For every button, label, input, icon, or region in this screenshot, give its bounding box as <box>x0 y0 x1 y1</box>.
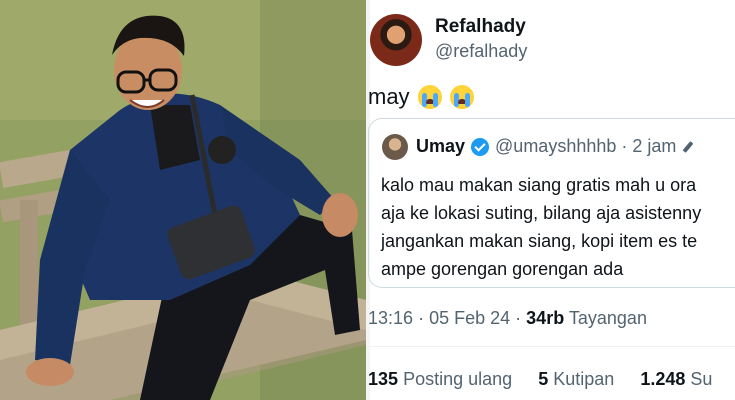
quoted-text: kalo mau makan siang gratis mah u ora aj… <box>381 171 701 283</box>
separator-dot: · <box>515 308 522 328</box>
author-handle[interactable]: @refalhady <box>435 41 527 62</box>
tweet-stats: 135 Posting ulang 5 Kutipan 1.248 Su <box>368 369 712 390</box>
divider <box>368 346 735 347</box>
likes-label: Su <box>690 369 713 389</box>
separator-dot: · <box>621 136 628 156</box>
quoted-author-avatar <box>382 134 408 160</box>
quoted-author-name: Umay <box>416 136 466 156</box>
author-avatar[interactable] <box>370 14 422 66</box>
views-label: Tayangan <box>568 308 647 328</box>
tweet-meta: 13:16 · 05 Feb 24 · 34rb Tayangan <box>368 308 647 329</box>
photo-illustration <box>0 0 366 400</box>
quoted-text-line: kalo mau makan siang gratis mah u ora <box>381 175 697 195</box>
tweet-card[interactable]: Refalhady @refalhady may Umay @umayshhhh… <box>368 0 735 400</box>
quotes-count: 5 <box>538 369 549 389</box>
tweet-text: may <box>368 84 474 110</box>
reposts-stat[interactable]: 135 Posting ulang <box>368 369 517 389</box>
quoted-author-handle: @umayshhhhb <box>495 136 617 156</box>
quoted-tweet[interactable]: Umay @umayshhhhb · 2 jam kalo mau makan … <box>368 118 735 288</box>
tweet-date[interactable]: 05 Feb 24 <box>429 308 510 328</box>
likes-stat[interactable]: 1.248 Su <box>640 369 712 389</box>
tweet-time[interactable]: 13:16 <box>368 308 413 328</box>
quoted-time: 2 jam <box>632 136 677 156</box>
quotes-stat[interactable]: 5 Kutipan <box>538 369 619 389</box>
quoted-text-line: jangankan makan siang, kopi item es te <box>381 231 698 251</box>
quoted-text-line: ampe gorengan gorengan ada <box>381 259 624 279</box>
separator-dot: · <box>418 308 425 328</box>
quotes-label: Kutipan <box>553 369 615 389</box>
loudly-crying-face-icon <box>417 85 442 109</box>
quoted-text-line: aja ke lokasi suting, bilang aja asisten… <box>381 203 702 223</box>
reposts-count: 135 <box>368 369 399 389</box>
edit-pencil-icon <box>683 140 694 153</box>
author-name[interactable]: Refalhady <box>435 16 526 38</box>
loudly-crying-face-icon <box>449 85 474 109</box>
tweet-text-content: may <box>368 84 410 109</box>
tweet-photo[interactable] <box>0 0 366 400</box>
verified-badge-icon <box>471 137 490 156</box>
likes-count: 1.248 <box>640 369 686 389</box>
quoted-header: Umay @umayshhhhb · 2 jam <box>416 136 694 157</box>
views-count: 34rb <box>526 308 565 328</box>
reposts-label: Posting ulang <box>403 369 513 389</box>
